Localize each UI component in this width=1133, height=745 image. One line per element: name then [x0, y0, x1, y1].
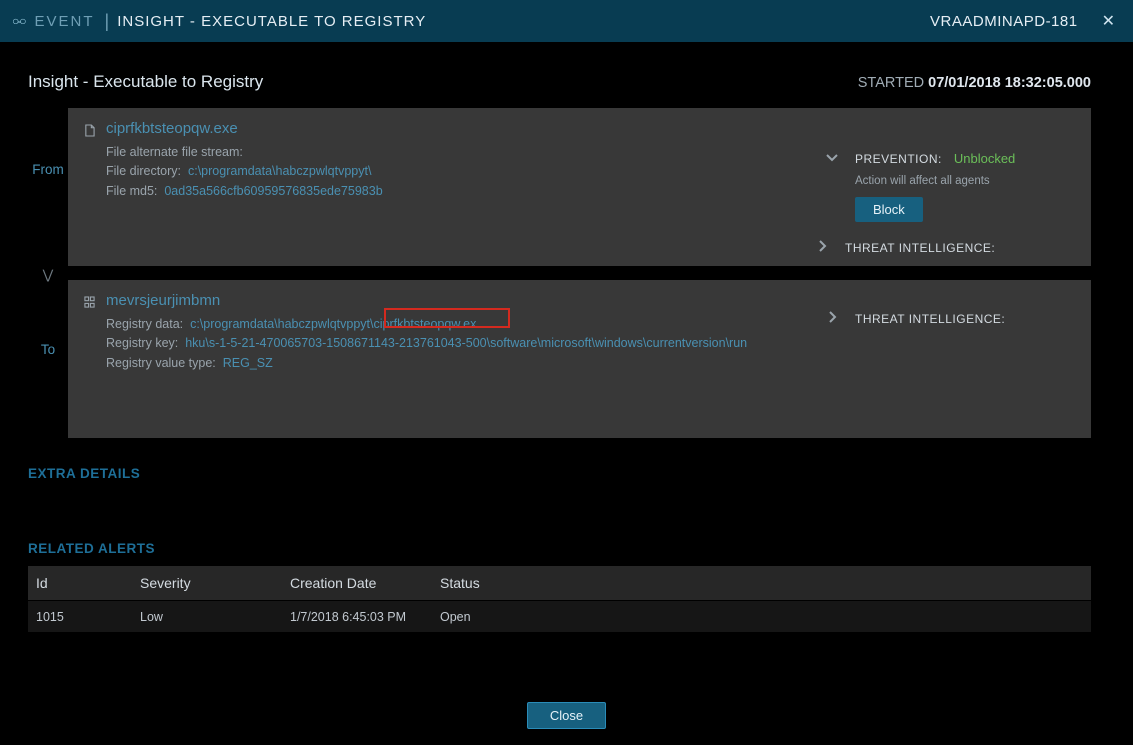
- from-panel: ciprfkbtsteopqw.exe File alternate file …: [68, 108, 1091, 266]
- page-title: Insight - Executable to Registry: [28, 72, 263, 92]
- to-regdata-value[interactable]: c:\programdata\habczpwlqtvppyt\ciprfkbts…: [190, 317, 476, 331]
- title-divider: |: [105, 11, 110, 32]
- started-label: STARTED: [858, 75, 924, 91]
- to-regtype-value: REG_SZ: [223, 356, 273, 370]
- threat-intel-label: THREAT INTELLIGENCE:: [845, 241, 995, 255]
- threat-intel-label: THREAT INTELLIGENCE:: [855, 312, 1005, 326]
- event-label: EVENT: [35, 13, 95, 30]
- cell-status: Open: [432, 610, 1091, 624]
- to-label: To: [41, 342, 55, 357]
- started-timestamp: STARTED 07/01/2018 18:32:05.000: [858, 75, 1091, 91]
- to-entity-name[interactable]: mevrsjeurjimbmn: [106, 292, 815, 309]
- alerts-header-row: Id Severity Creation Date Status: [28, 566, 1091, 600]
- prevention-note: Action will affect all agents: [855, 175, 1075, 187]
- from-label: From: [32, 162, 64, 177]
- title-bar: ○-○ EVENT | INSIGHT - EXECUTABLE TO REGI…: [0, 0, 1133, 42]
- registry-icon: [84, 296, 95, 312]
- cell-date: 1/7/2018 6:45:03 PM: [282, 610, 432, 624]
- from-alt-label: File alternate file stream:: [106, 145, 243, 159]
- cell-severity: Low: [132, 610, 282, 624]
- related-alerts-table: Id Severity Creation Date Status 1015 Lo…: [28, 566, 1091, 632]
- started-value: 07/01/2018 18:32:05.000: [928, 75, 1091, 91]
- close-icon[interactable]: ✕: [1096, 7, 1121, 35]
- col-severity[interactable]: Severity: [132, 575, 282, 591]
- prevention-label: PREVENTION:: [855, 152, 942, 166]
- from-md5-label: File md5:: [106, 184, 157, 198]
- col-status[interactable]: Status: [432, 575, 1091, 591]
- chevron-right-icon[interactable]: [815, 239, 833, 256]
- chevron-right-icon[interactable]: [825, 310, 843, 327]
- col-id[interactable]: Id: [28, 575, 132, 591]
- close-button[interactable]: Close: [527, 702, 606, 729]
- flow-connector: ⋁: [28, 272, 68, 278]
- extra-details-heading: EXTRA DETAILS: [28, 466, 1133, 481]
- from-md5-value[interactable]: 0ad35a566cfb60959576835ede75983b: [164, 184, 382, 198]
- file-icon: [84, 124, 95, 140]
- cell-id: 1015: [28, 610, 132, 624]
- to-panel: mevrsjeurjimbmn Registry data: c:\progra…: [68, 280, 1091, 438]
- from-dir-value[interactable]: c:\programdata\habczpwlqtvppyt\: [188, 164, 371, 178]
- from-dir-label: File directory:: [106, 164, 181, 178]
- table-row[interactable]: 1015 Low 1/7/2018 6:45:03 PM Open: [28, 600, 1091, 632]
- to-regkey-label: Registry key:: [106, 336, 178, 350]
- prevention-value: Unblocked: [954, 151, 1015, 166]
- col-creation-date[interactable]: Creation Date: [282, 575, 432, 591]
- to-regkey-value[interactable]: hku\s-1-5-21-470065703-1508671143-213761…: [185, 334, 747, 353]
- chain-icon: ○-○: [12, 14, 25, 28]
- to-regdata-label: Registry data:: [106, 317, 183, 331]
- to-regtype-label: Registry value type:: [106, 356, 216, 370]
- host-name: VRAADMINAPD-181: [930, 13, 1078, 30]
- chevron-down-icon[interactable]: [825, 150, 843, 167]
- from-entity-name[interactable]: ciprfkbtsteopqw.exe: [106, 120, 815, 137]
- block-button[interactable]: Block: [855, 197, 923, 222]
- related-alerts-heading: RELATED ALERTS: [28, 541, 1133, 556]
- event-title: INSIGHT - EXECUTABLE TO REGISTRY: [117, 13, 426, 30]
